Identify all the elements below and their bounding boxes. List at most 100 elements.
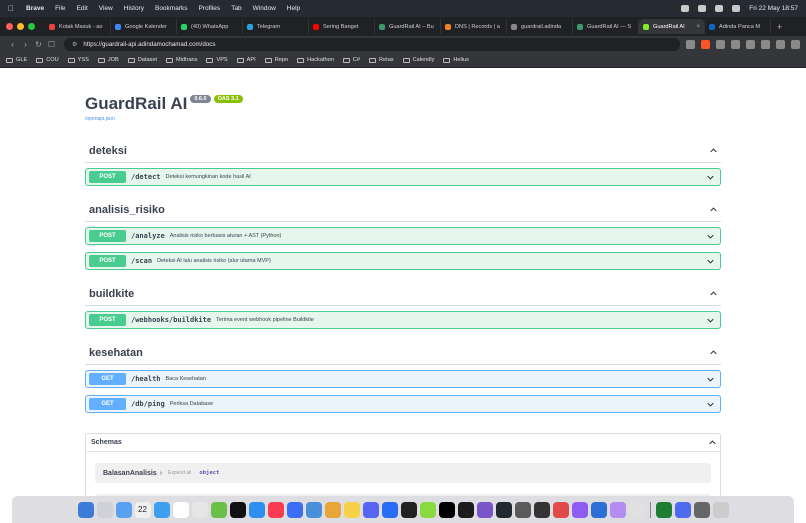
menu-item-bookmarks[interactable]: Bookmarks [155, 5, 188, 12]
url-bar[interactable]: ⚙ https://guardrail-api.adindamochamad.c… [64, 38, 680, 51]
browser-tab[interactable]: Google Kalender [111, 19, 177, 34]
menu-item-history[interactable]: History [124, 5, 144, 12]
dock-app-icon[interactable] [305, 501, 322, 518]
bookmark-job[interactable]: JOB [97, 57, 119, 63]
menu-item-window[interactable]: Window [253, 5, 276, 12]
schemas-header[interactable]: Schemas [86, 434, 720, 452]
dock-app-icon[interactable] [343, 501, 360, 518]
browser-tab[interactable]: Adinda Panca M [705, 19, 771, 34]
dock-app-icon[interactable] [267, 501, 284, 518]
bookmark-helius[interactable]: Helius [443, 57, 469, 63]
bookmark-calendly[interactable]: Calendly [402, 57, 434, 63]
dock-app-icon[interactable] [153, 501, 170, 518]
wifi-icon[interactable] [698, 5, 707, 12]
bookmark-hackathon[interactable]: Hackathon [297, 57, 334, 63]
site-settings-icon[interactable]: ⚙ [72, 41, 77, 48]
dock-app-icon[interactable] [419, 501, 436, 518]
dock-app-icon[interactable] [172, 501, 189, 518]
dock-app-icon[interactable] [533, 501, 550, 518]
tag-header[interactable]: deteksi [85, 139, 721, 163]
bookmark-icon[interactable]: ☐ [45, 40, 58, 49]
dock-app-icon[interactable] [362, 501, 379, 518]
bookmark-c[interactable]: C# [342, 57, 360, 63]
dock-app-icon[interactable] [381, 501, 398, 518]
dock-app-icon[interactable] [400, 501, 417, 518]
close-window-button[interactable] [6, 23, 13, 30]
chevron-down-icon[interactable] [707, 174, 714, 181]
browser-tab[interactable]: Sering Banget [309, 19, 375, 34]
dock-app-icon[interactable] [210, 501, 227, 518]
brave-shields-icon[interactable] [701, 40, 710, 49]
chevron-up-icon[interactable] [710, 290, 717, 297]
chevron-up-icon[interactable] [709, 439, 716, 446]
dock-app-icon[interactable] [693, 501, 710, 518]
share-icon[interactable] [686, 40, 695, 49]
operation-get-db-ping[interactable]: GET/db/ping Periksa Database [85, 395, 721, 413]
browser-tab[interactable]: DNS | Records | a [441, 19, 507, 34]
dock-app-icon[interactable] [571, 501, 588, 518]
operation-post-analyze[interactable]: POST/analyze Analisis risiko berbasis atu… [85, 227, 721, 245]
chevron-down-icon[interactable] [707, 317, 714, 324]
back-icon[interactable]: ‹ [6, 40, 19, 49]
chevron-down-icon[interactable] [707, 233, 714, 240]
extension-icon[interactable] [716, 40, 725, 49]
dock-app-icon[interactable] [457, 501, 474, 518]
browser-tab[interactable]: GuardRail AI × [639, 19, 705, 34]
dock-app-icon[interactable] [628, 501, 645, 518]
bookmark-retas[interactable]: Retas [368, 57, 394, 63]
chevron-up-icon[interactable] [710, 206, 717, 213]
bookmark-vps[interactable]: VPS [206, 57, 228, 63]
control-center-icon[interactable] [681, 5, 690, 12]
browser-tab[interactable]: GuardRail AI — S [573, 19, 639, 34]
bookmark-dataset[interactable]: Dataset [127, 57, 157, 63]
dock-app-icon[interactable]: 22 [134, 501, 151, 518]
chevron-up-icon[interactable] [710, 147, 717, 154]
operation-get-health[interactable]: GET/health Baca Kesehatan [85, 370, 721, 388]
zoom-window-button[interactable] [28, 23, 35, 30]
chevron-down-icon[interactable] [707, 258, 714, 265]
menu-item-brave[interactable]: Brave [26, 5, 44, 12]
dock-app-icon[interactable] [115, 501, 132, 518]
operation-post-detect[interactable]: POST/detect Deteksi kemungkinan kode hasi… [85, 168, 721, 186]
menu-icon[interactable] [791, 40, 800, 49]
tag-header[interactable]: buildkite [85, 282, 721, 306]
dock-app-icon[interactable] [248, 501, 265, 518]
dock-app-icon[interactable] [324, 501, 341, 518]
menu-item-file[interactable]: File [55, 5, 65, 12]
bookmark-midtrans[interactable]: Midtrans [166, 57, 197, 63]
battery-icon[interactable] [715, 5, 724, 12]
clock[interactable]: Fri 22 May 18:57 [749, 5, 798, 12]
bookmark-gle[interactable]: GLE [6, 57, 27, 63]
browser-tab[interactable]: Kotak Masuk - ao [45, 19, 111, 34]
apple-icon[interactable]:  [8, 4, 14, 13]
bookmark-yss[interactable]: YSS [67, 57, 89, 63]
chevron-up-icon[interactable] [710, 349, 717, 356]
dock-app-icon[interactable] [712, 501, 729, 518]
bookmark-repo[interactable]: Repo [264, 57, 288, 63]
menu-item-view[interactable]: View [99, 5, 113, 12]
media-icon[interactable] [761, 40, 770, 49]
minimize-window-button[interactable] [17, 23, 24, 30]
dock-app-icon[interactable] [96, 501, 113, 518]
sidebar-icon[interactable] [746, 40, 755, 49]
menu-item-help[interactable]: Help [287, 5, 300, 12]
chevron-down-icon[interactable] [707, 376, 714, 383]
browser-tab[interactable]: guardrail.adinda [507, 19, 573, 34]
new-tab-button[interactable]: + [777, 22, 782, 32]
forward-icon[interactable]: › [19, 40, 32, 49]
dock-app-icon[interactable] [476, 501, 493, 518]
dock-app-icon[interactable] [438, 501, 455, 518]
expand-all-link[interactable]: Expand all [168, 470, 191, 476]
schema-model[interactable]: BalasanAnalisis › Expand all object [95, 463, 711, 483]
search-icon[interactable] [732, 5, 741, 12]
dock-app-icon[interactable] [674, 501, 691, 518]
dock-app-icon[interactable] [191, 501, 208, 518]
dock-app-icon[interactable] [229, 501, 246, 518]
reload-icon[interactable]: ↻ [32, 40, 45, 49]
bookmark-cou[interactable]: COU [36, 57, 59, 63]
dock-app-icon[interactable] [609, 501, 626, 518]
dock-app-icon[interactable] [495, 501, 512, 518]
dock-app-icon[interactable] [655, 501, 672, 518]
tag-header[interactable]: kesehatan [85, 341, 721, 365]
chevron-down-icon[interactable] [707, 401, 714, 408]
